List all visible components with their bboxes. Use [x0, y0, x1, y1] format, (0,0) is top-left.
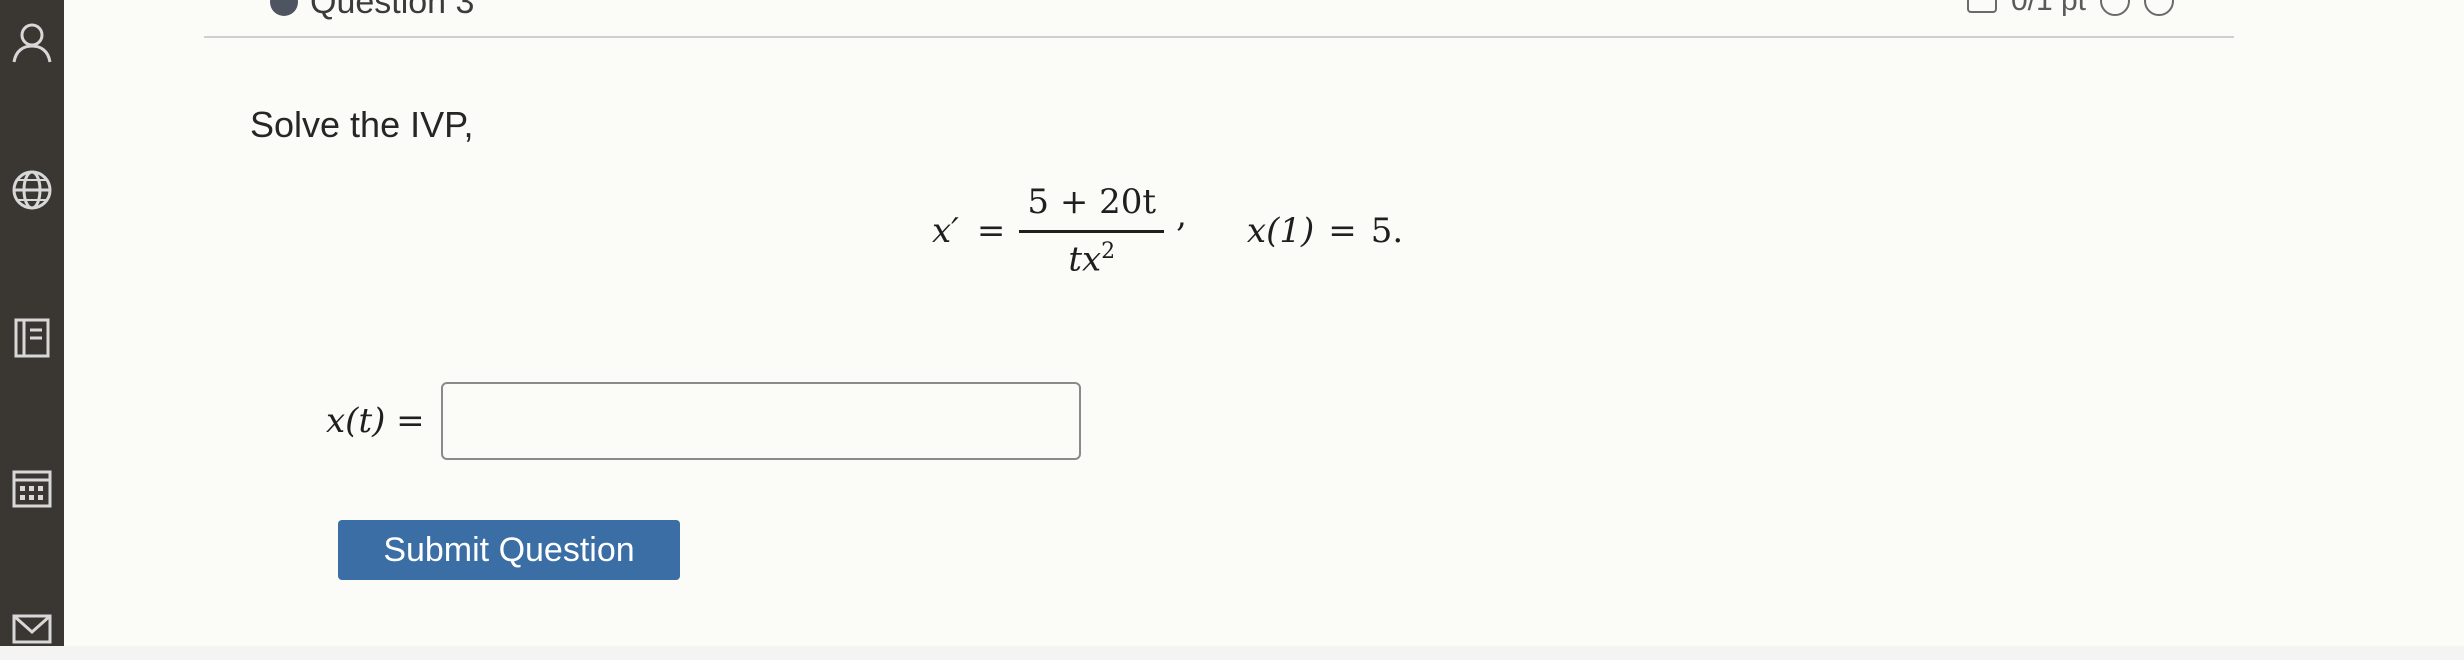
question-header: Question 3: [270, 0, 475, 21]
submit-question-button[interactable]: Submit Question: [338, 520, 680, 580]
answer-row: x(t) =: [326, 382, 1081, 460]
equation-comma: ,: [1176, 195, 1187, 236]
calendar-icon[interactable]: [0, 456, 64, 520]
initial-condition-equals: =: [1328, 210, 1357, 251]
question-toolbar: 0/1 pt: [1966, 0, 2174, 17]
equation-fraction: 5 + 20t tx2: [1019, 182, 1165, 280]
question-panel: Question 3 0/1 pt Solve the IVP, x′ = 5 …: [64, 0, 2464, 646]
equation-lhs: x′: [932, 210, 959, 251]
initial-condition-rhs: 5.: [1370, 210, 1404, 251]
fraction-numerator: 5 + 20t: [1027, 182, 1157, 222]
fraction-denominator: tx2: [1068, 239, 1116, 280]
gradebook-icon[interactable]: [0, 306, 64, 370]
question-prompt: Solve the IVP,: [250, 104, 474, 145]
retry-icon[interactable]: [2100, 0, 2130, 16]
equation-equals: =: [976, 210, 1006, 251]
initial-condition-lhs: x(1): [1246, 210, 1315, 251]
question-status-icon: [270, 0, 298, 16]
answer-input[interactable]: [440, 382, 1081, 460]
help-icon[interactable]: [2144, 0, 2174, 16]
header-divider: [204, 36, 2234, 38]
inbox-icon[interactable]: [0, 596, 64, 660]
question-title: Question 3: [310, 0, 475, 21]
ivp-equation: x′ = 5 + 20t tx2 , x(1) = 5.: [932, 182, 1403, 279]
globe-icon[interactable]: [0, 158, 64, 222]
points-value: 0/1 pt: [2010, 0, 2086, 17]
left-sidebar: [0, 0, 64, 646]
details-icon[interactable]: [1966, 0, 1997, 13]
answer-label: x(t) =: [326, 401, 425, 441]
user-icon[interactable]: [0, 10, 64, 74]
